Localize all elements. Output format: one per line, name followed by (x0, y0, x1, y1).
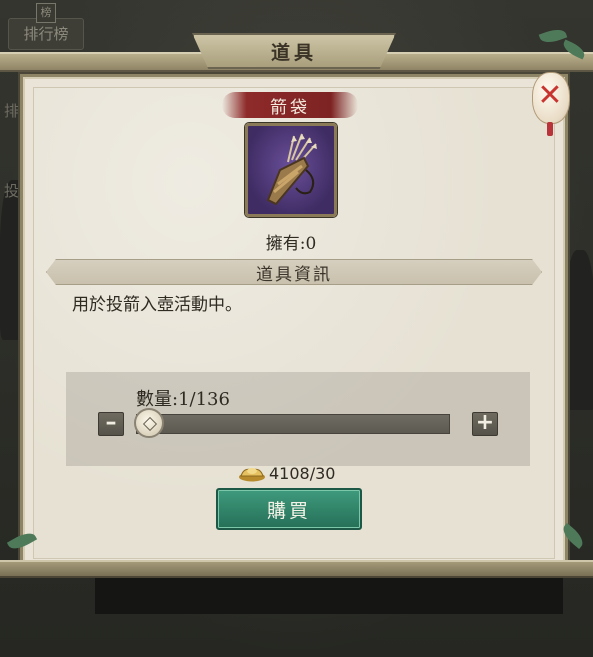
buy-button[interactable]: 購買 (216, 488, 362, 530)
item-icon-frame (245, 123, 337, 217)
dialog-bottom-rail (0, 560, 593, 578)
close-icon: ✕ (537, 78, 563, 113)
rank-tab-seal: 榜 (36, 3, 56, 23)
background-side-text: 投 (4, 182, 20, 200)
background-bottom-bar (95, 578, 563, 614)
rank-tab-label: 排行榜 (23, 25, 69, 43)
quantity-slider-track[interactable] (136, 414, 450, 434)
item-description: 用於投箭入壺活動中。 (72, 295, 242, 315)
dialog-title-plaque: 道具 (192, 33, 396, 69)
minus-icon: – (105, 410, 117, 435)
price-text: 4108/30 (269, 463, 336, 483)
close-button[interactable]: ✕ (528, 66, 572, 136)
owned-count: 擁有:0 (265, 234, 317, 254)
price-row: 4108/30 (238, 462, 335, 484)
rank-tab[interactable]: 榜 排行榜 (8, 3, 84, 50)
quantity-slider-handle[interactable] (134, 408, 164, 438)
item-name: 箭袋 (270, 97, 310, 118)
quiver-icon (266, 133, 317, 206)
decrease-quantity-button[interactable]: – (98, 412, 124, 436)
plus-icon: + (475, 410, 495, 435)
increase-quantity-button[interactable]: + (472, 412, 498, 436)
gold-ingot-icon (238, 464, 266, 482)
background-side-text: 排 (4, 102, 20, 120)
item-name-banner: 箭袋 (222, 92, 358, 118)
dialog-title: 道具 (270, 41, 317, 64)
buy-button-label: 購買 (266, 499, 311, 522)
background-figure (565, 250, 593, 410)
item-info-header: 道具資訊 (46, 259, 542, 285)
item-info-title: 道具資訊 (256, 264, 332, 285)
lantern-tassel (547, 122, 553, 136)
